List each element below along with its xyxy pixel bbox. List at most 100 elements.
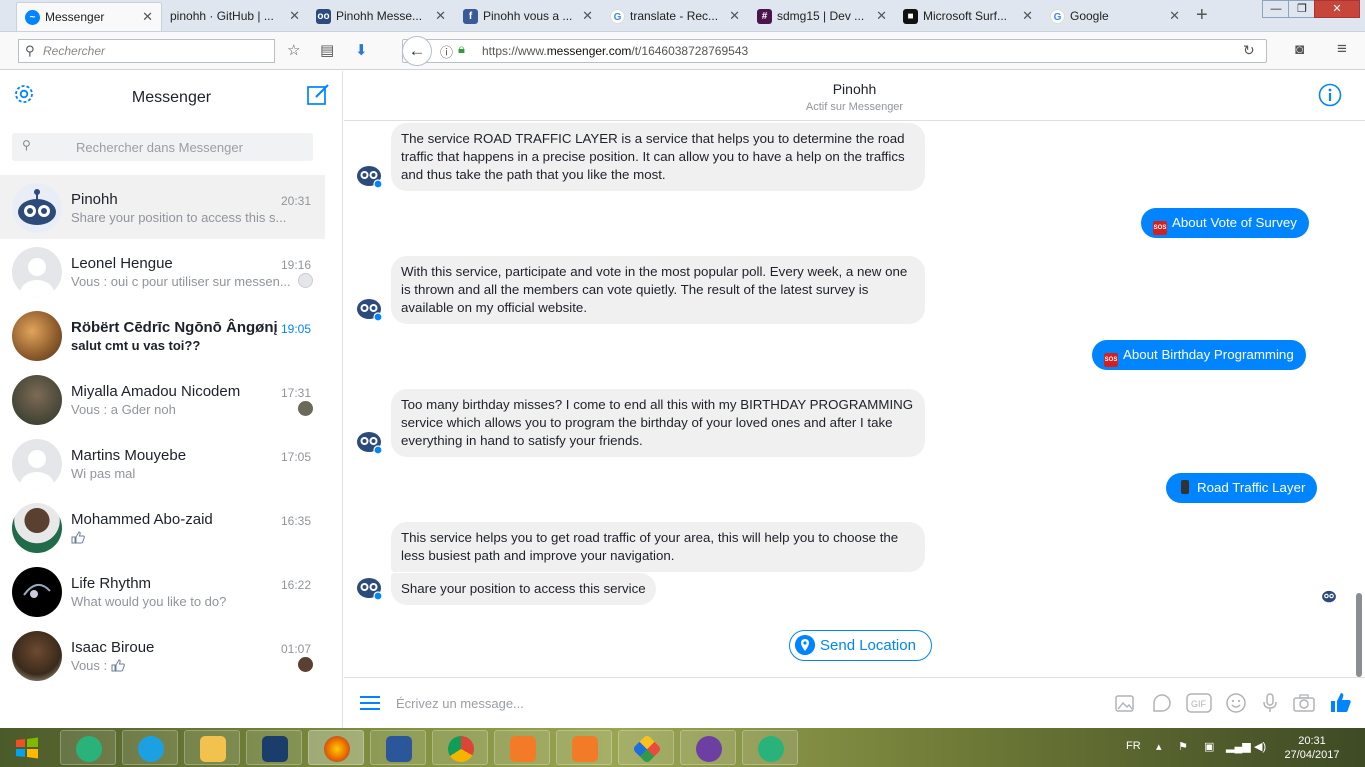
taskbar-explorer[interactable] bbox=[184, 730, 240, 765]
image-icon[interactable] bbox=[1113, 691, 1137, 715]
tab-pinohh[interactable]: oo Pinohh Messe... ✕ bbox=[308, 2, 454, 31]
volume-icon[interactable]: ◀) bbox=[1254, 740, 1266, 753]
download-icon[interactable]: ⬇ bbox=[355, 41, 368, 59]
tray-device-icon[interactable]: ▣ bbox=[1204, 740, 1214, 753]
conversation-panel: Pinohh Actif sur Messenger The service R… bbox=[344, 71, 1365, 728]
thumbs-up-icon[interactable] bbox=[1329, 691, 1353, 715]
send-location-button[interactable]: Send Location bbox=[789, 630, 932, 661]
close-tab-icon[interactable]: ✕ bbox=[1169, 8, 1180, 24]
tab-microsoft[interactable]: ■ Microsoft Surf... ✕ bbox=[895, 2, 1041, 31]
conversation-time: 16:35 bbox=[280, 514, 311, 528]
network-icon[interactable]: ▂▄▆ bbox=[1226, 740, 1251, 753]
sticker-icon[interactable] bbox=[1150, 691, 1174, 715]
taskbar-camera[interactable] bbox=[556, 730, 612, 765]
conversation-snippet: Vous : oui c pour utiliser sur messen... bbox=[71, 274, 291, 289]
bot-avatar-icon bbox=[357, 299, 383, 322]
taskbar-ie[interactable] bbox=[122, 730, 178, 765]
language-indicator[interactable]: FR bbox=[1126, 740, 1141, 752]
microphone-icon[interactable] bbox=[1258, 691, 1282, 715]
conversation-item[interactable]: Pinohh Share your position to access thi… bbox=[0, 175, 325, 239]
chat-scrollbar[interactable] bbox=[1356, 593, 1362, 677]
tab-github[interactable]: pinohh · GitHub | ... ✕ bbox=[162, 2, 308, 31]
tab-facebook[interactable]: f Pinohh vous a ... ✕ bbox=[455, 2, 601, 31]
taskbar-atom[interactable] bbox=[60, 730, 116, 765]
close-tab-icon[interactable]: ✕ bbox=[729, 8, 740, 24]
close-tab-icon[interactable]: ✕ bbox=[435, 8, 446, 24]
conversation-item[interactable]: Life Rhythm What would you like to do? 1… bbox=[0, 559, 325, 623]
message-input[interactable]: Écrivez un message... bbox=[396, 696, 524, 711]
pocket-icon[interactable]: ◙ bbox=[1295, 41, 1304, 58]
conversation-time: 20:31 bbox=[280, 194, 311, 208]
conversation-snippet: salut cmt u vas toi?? bbox=[71, 338, 201, 353]
conversation-time: 17:05 bbox=[280, 450, 311, 464]
close-tab-icon[interactable]: ✕ bbox=[289, 8, 300, 24]
camera-app-icon bbox=[572, 736, 598, 762]
browser-search-input[interactable]: ⚲ Rechercher bbox=[18, 39, 275, 63]
taskbar-screenshot[interactable] bbox=[494, 730, 550, 765]
emoji-icon[interactable] bbox=[1224, 691, 1248, 715]
conversation-name: Life Rhythm bbox=[71, 575, 152, 592]
message-incoming: With this service, participate and vote … bbox=[391, 256, 925, 324]
messenger-icon: ~ bbox=[25, 10, 40, 25]
tab-label: pinohh · GitHub | ... bbox=[170, 9, 274, 23]
taskbar-atom-2[interactable] bbox=[742, 730, 798, 765]
hamburger-menu-icon[interactable]: ≡ bbox=[1337, 39, 1347, 59]
taskbar-media[interactable] bbox=[246, 730, 302, 765]
conversation-item[interactable]: Isaac Biroue Vous : 01:07 bbox=[0, 623, 325, 687]
media-player-icon bbox=[262, 736, 288, 762]
screenshot-icon bbox=[510, 736, 536, 762]
search-icon: ⚲ bbox=[22, 138, 31, 152]
sidebar-header: Messenger bbox=[0, 71, 342, 121]
tab-label: Microsoft Surf... bbox=[923, 9, 1008, 23]
gif-icon[interactable]: GIF bbox=[1186, 691, 1212, 715]
close-tab-icon[interactable]: ✕ bbox=[1022, 8, 1033, 24]
conversation-item[interactable]: Röbërt Cēdrīc Ngōnō Ângønį salut cmt u v… bbox=[0, 303, 325, 367]
site-info-icon[interactable]: ⓘ bbox=[440, 42, 453, 61]
taskbar-gitkraken-2[interactable] bbox=[680, 730, 736, 765]
bot-avatar-icon bbox=[357, 432, 383, 455]
taskbar-gitkraken[interactable] bbox=[618, 730, 674, 765]
conversation-item[interactable]: Martins Mouyebe Wi pas mal 17:05 bbox=[0, 431, 325, 495]
bookmark-star-icon[interactable]: ☆ bbox=[287, 41, 300, 59]
clock-time: 20:31 bbox=[1298, 735, 1326, 747]
close-tab-icon[interactable]: ✕ bbox=[876, 8, 887, 24]
seen-avatar-icon bbox=[298, 401, 313, 416]
conversation-sidebar: Messenger ⚲ Rechercher dans Messenger Pi… bbox=[0, 71, 343, 728]
reader-list-icon[interactable]: ▤ bbox=[320, 41, 334, 59]
tab-messenger[interactable]: ~ Messenger ✕ bbox=[16, 2, 162, 31]
conversation-item[interactable]: Miyalla Amadou Nicodem Vous : a Gder noh… bbox=[0, 367, 325, 431]
close-window-icon[interactable]: ✕ bbox=[1314, 0, 1360, 18]
taskbar-clock[interactable]: 20:31 27/04/2017 bbox=[1282, 734, 1342, 762]
maximize-icon[interactable]: ❐ bbox=[1288, 0, 1316, 18]
taskbar-word[interactable] bbox=[370, 730, 426, 765]
messenger-search-input[interactable]: ⚲ Rechercher dans Messenger bbox=[12, 133, 313, 161]
conversation-item[interactable]: Leonel Hengue Vous : oui c pour utiliser… bbox=[0, 239, 325, 303]
tab-google[interactable]: G Google ✕ bbox=[1042, 2, 1188, 31]
url-text[interactable]: https://www.messenger.com/t/164603872876… bbox=[482, 44, 748, 58]
menu-icon[interactable] bbox=[360, 695, 380, 711]
compose-icon[interactable] bbox=[306, 82, 331, 107]
tray-chevron-icon[interactable]: ▴ bbox=[1156, 740, 1162, 753]
tray-flag-icon[interactable]: ⚑ bbox=[1178, 740, 1188, 753]
sidebar-title: Messenger bbox=[131, 89, 212, 106]
reload-icon[interactable]: ↻ bbox=[1243, 42, 1255, 59]
close-tab-icon[interactable]: ✕ bbox=[582, 8, 593, 24]
tab-translate[interactable]: G translate - Rec... ✕ bbox=[602, 2, 748, 31]
message-composer: Écrivez un message... GIF bbox=[344, 677, 1365, 728]
message-incoming: Too many birthday misses? I come to end … bbox=[391, 389, 925, 457]
bot-avatar-icon bbox=[357, 166, 383, 189]
conversation-item[interactable]: Mohammed Abo-zaid 16:35 bbox=[0, 495, 325, 559]
back-icon[interactable]: ← bbox=[402, 36, 432, 66]
windows-start-icon[interactable] bbox=[14, 736, 40, 760]
tab-sdmg15[interactable]: # sdmg15 | Dev ... ✕ bbox=[749, 2, 895, 31]
taskbar-firefox[interactable] bbox=[308, 730, 364, 765]
new-tab-icon[interactable]: + bbox=[1196, 4, 1208, 27]
info-icon[interactable] bbox=[1318, 83, 1342, 107]
minimize-icon[interactable]: — bbox=[1262, 0, 1290, 18]
atom-icon bbox=[76, 736, 102, 762]
close-tab-icon[interactable]: ✕ bbox=[142, 9, 153, 25]
message-outgoing: SOS About Birthday Programming bbox=[1092, 340, 1306, 370]
chat-contact-name[interactable]: Pinohh bbox=[344, 81, 1365, 97]
taskbar-chrome[interactable] bbox=[432, 730, 488, 765]
camera-icon[interactable] bbox=[1292, 691, 1316, 715]
